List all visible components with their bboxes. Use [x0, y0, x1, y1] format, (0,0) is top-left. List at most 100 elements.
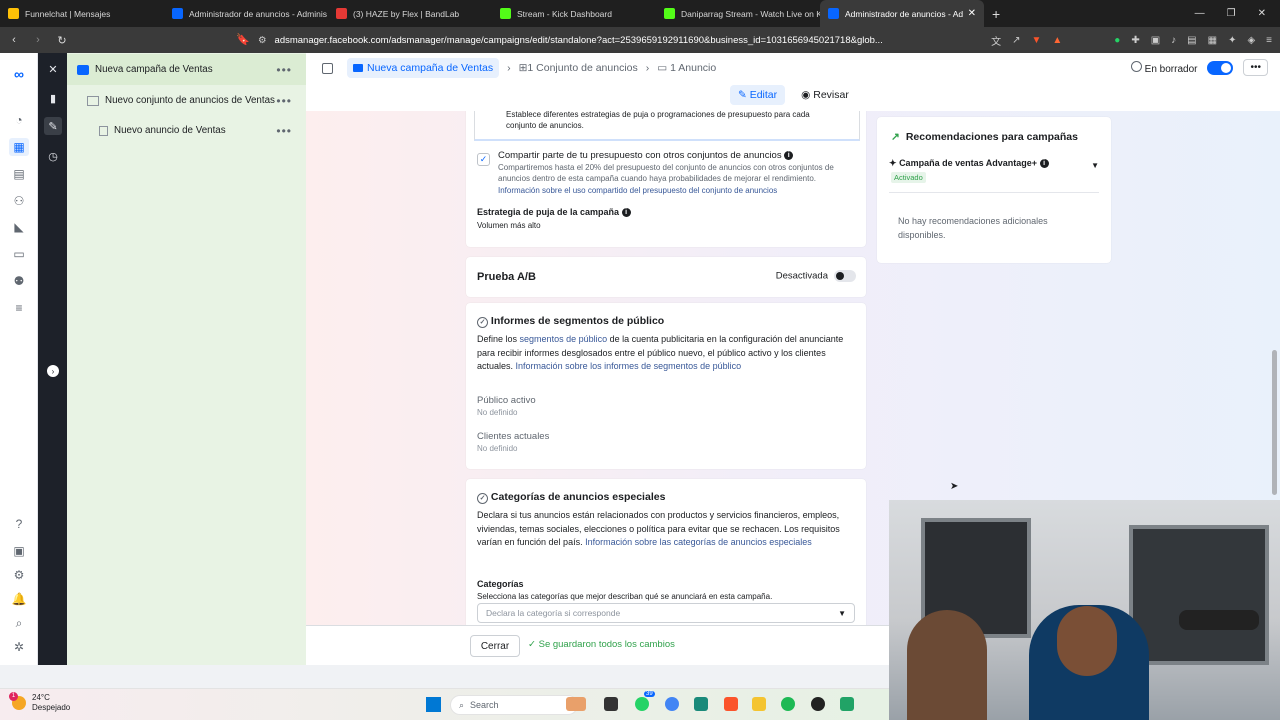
browser-tab[interactable]: Stream - Kick Dashboard — [492, 0, 656, 27]
billing-icon[interactable]: ▭ — [9, 245, 29, 263]
browser-tab-bar: Funnelchat | Mensajes Administrador de a… — [0, 0, 1280, 27]
all-tools-icon[interactable]: ≡ — [9, 299, 29, 317]
campaign-toggle[interactable] — [1207, 60, 1234, 75]
tree-item-label: Nueva campaña de Ventas — [95, 64, 213, 75]
categories-select[interactable]: Declara la categoría si corresponde ▼ — [477, 603, 855, 623]
forward-icon[interactable]: › — [28, 34, 48, 46]
extensions-icon[interactable]: ✚ — [1131, 35, 1139, 46]
scrollbar-thumb[interactable] — [1272, 350, 1277, 495]
whatsapp-icon[interactable] — [635, 697, 649, 711]
share-budget-checkbox[interactable]: ✓ — [477, 149, 490, 167]
close-button[interactable]: Cerrar — [470, 635, 520, 657]
toggle-panel-icon[interactable] — [322, 62, 333, 74]
music-icon[interactable]: ♪ — [1171, 35, 1176, 46]
recommendations-title: Recomendaciones para campañas — [905, 131, 1078, 143]
tree-item-campaign[interactable]: Nueva campaña de Ventas ••• — [67, 54, 306, 85]
translate-icon[interactable]: 文 — [991, 33, 1001, 48]
browser-tab[interactable]: (3) HAZE by Flex | BandLab — [328, 0, 492, 27]
copilot-icon[interactable] — [566, 697, 586, 711]
crumb-adset[interactable]: ⊞1 Conjunto de anuncios — [519, 62, 638, 74]
taskbar-search[interactable]: ⌕ Search — [450, 695, 578, 715]
browser-tab[interactable]: Funnelchat | Mensajes — [0, 0, 164, 27]
dashboard-icon[interactable]: ◔ — [9, 111, 29, 129]
account-icon[interactable]: ▣ — [9, 542, 29, 560]
brave-icon[interactable] — [724, 697, 738, 711]
app-icon[interactable] — [694, 697, 708, 711]
debug-icon[interactable]: ✲ — [9, 638, 29, 656]
segments-info-link[interactable]: Información sobre los informes de segmen… — [516, 361, 742, 371]
help-icon[interactable]: ? — [9, 515, 29, 533]
brave-rewards-icon[interactable]: ▲ — [1052, 35, 1062, 46]
crumb-ad[interactable]: ▭ 1 Anuncio — [657, 62, 716, 74]
menu-icon[interactable]: ≡ — [1266, 35, 1272, 46]
tree-item-adset[interactable]: Nuevo conjunto de anuncios de Ventas ••• — [67, 85, 306, 116]
windows-start-icon[interactable] — [426, 697, 441, 712]
ai-icon[interactable]: ✦ — [1228, 35, 1236, 46]
campaigns-table-icon[interactable]: ▦ — [9, 138, 29, 156]
chart-icon[interactable]: ▮ — [44, 89, 62, 107]
chrome-icon[interactable] — [665, 697, 679, 711]
weather-widget[interactable]: 1 24°C Despejado — [9, 692, 70, 713]
tab-review[interactable]: ◉ Revisar — [793, 85, 857, 105]
tab-edit[interactable]: ✎ Editar — [730, 85, 786, 105]
info-icon[interactable]: i — [1039, 159, 1049, 169]
crumb-campaign[interactable]: Nueva campaña de Ventas — [347, 58, 500, 78]
notifications-icon[interactable]: 🔔 — [9, 590, 29, 608]
audiences-icon[interactable]: ⚇ — [9, 192, 29, 210]
mode-tabs: ✎ Editar ◉ Revisar — [730, 84, 857, 106]
segments-link[interactable]: segmentos de público — [520, 334, 608, 344]
special-info-link[interactable]: Información sobre las categorías de anun… — [585, 537, 812, 547]
search-icon[interactable]: ⌕ — [9, 614, 29, 632]
more-options-icon[interactable]: ••• — [276, 63, 292, 77]
browser-tab[interactable]: Administrador de anuncios - Adminis — [164, 0, 328, 27]
business-users-icon[interactable]: ⚉ — [9, 272, 29, 290]
more-options-icon[interactable]: ••• — [276, 124, 292, 138]
back-icon[interactable]: ‹ — [4, 34, 24, 46]
reload-icon[interactable]: ↻ — [52, 34, 72, 47]
task-view-icon[interactable] — [604, 697, 618, 711]
site-info-icon[interactable]: ⚙ — [258, 35, 267, 46]
info-icon[interactable]: i — [621, 208, 631, 218]
browser-tab[interactable]: Daniparrag Stream - Watch Live on K — [656, 0, 820, 27]
whatsapp-ext-icon[interactable]: ● — [1114, 35, 1120, 46]
ads-manager-rail: ∞ ◔ ▦ ▤ ⚇ ◣ ▭ ⚉ ≡ ? ▣ ⚙ 🔔 ⌕ ✲ — [0, 53, 38, 665]
close-tab-icon[interactable]: ✕ — [968, 8, 976, 19]
ads-icon[interactable]: ◣ — [9, 218, 29, 236]
screenshot-icon[interactable]: ▣ — [1151, 35, 1160, 46]
brave-shield-icon[interactable]: ▼ — [1031, 35, 1041, 46]
tree-item-ad[interactable]: Nuevo anuncio de Ventas ••• — [67, 115, 306, 146]
file-explorer-icon[interactable] — [752, 697, 766, 711]
wallet-icon[interactable]: ▦ — [1208, 35, 1217, 46]
draft-status: En borrador — [1130, 60, 1197, 75]
close-icon[interactable]: ✕ — [44, 60, 62, 78]
browser-tab-active[interactable]: Administrador de anuncios - Ad ✕ — [820, 0, 984, 27]
sidebar-icon[interactable]: ▤ — [1187, 35, 1196, 46]
ab-test-toggle[interactable]: Desactivada — [776, 270, 856, 282]
scrollbar[interactable] — [1271, 115, 1278, 500]
excel-icon[interactable] — [840, 697, 854, 711]
close-window-icon[interactable]: ✕ — [1258, 8, 1266, 19]
history-icon[interactable]: ◷ — [44, 147, 62, 165]
new-tab-icon[interactable]: + — [992, 6, 1000, 22]
expand-icon[interactable]: › — [47, 365, 59, 377]
chevron-down-icon[interactable]: ▼ — [1091, 161, 1099, 170]
bookmark-icon[interactable]: 🔖 — [236, 33, 250, 46]
share-budget-link[interactable]: Información sobre el uso compartido del … — [498, 185, 777, 196]
minimize-icon[interactable]: — — [1195, 8, 1205, 19]
restore-icon[interactable]: ❐ — [1227, 8, 1236, 19]
edit-icon[interactable]: ✎ — [44, 117, 62, 135]
advantage-item[interactable]: ✦ Campaña de ventas Advantage+ i — [889, 158, 1049, 169]
vpn-icon[interactable]: ◈ — [1247, 35, 1255, 46]
ad-icon: ▭ — [657, 62, 671, 74]
spotify-icon[interactable] — [781, 697, 795, 711]
meta-logo-icon[interactable]: ∞ — [9, 65, 29, 83]
settings-icon[interactable]: ⚙ — [9, 566, 29, 584]
more-menu-button[interactable]: ••• — [1243, 59, 1268, 76]
more-options-icon[interactable]: ••• — [276, 94, 292, 108]
reports-icon[interactable]: ▤ — [9, 165, 29, 183]
weather-badge: 1 — [9, 692, 18, 701]
url-field[interactable]: ⚙ adsmanager.facebook.com/adsmanager/man… — [258, 30, 978, 50]
obs-icon[interactable] — [811, 697, 825, 711]
share-icon[interactable]: ↗ — [1012, 35, 1020, 46]
info-icon[interactable]: i — [784, 150, 794, 160]
